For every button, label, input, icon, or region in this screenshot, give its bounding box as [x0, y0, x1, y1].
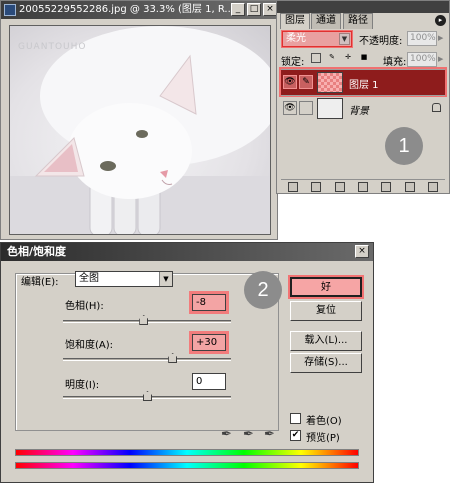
edit-range-value: 全图 [79, 273, 99, 284]
panel-menu-icon[interactable]: ▸ [435, 15, 446, 26]
panel-header[interactable] [277, 1, 449, 13]
chevron-down-icon: ▼ [339, 33, 350, 45]
opacity-input[interactable]: 100% [407, 31, 437, 46]
lock-transparency-icon[interactable] [311, 53, 321, 63]
layer-thumbnail [317, 98, 343, 119]
photoshop-icon [4, 4, 16, 16]
layer-name: 图层 1 [349, 80, 379, 91]
blend-mode-select[interactable]: 柔光 ▼ [281, 30, 353, 48]
fill-label: 填充: [383, 57, 407, 68]
saturation-label: 饱和度(A): [65, 340, 114, 351]
lightness-slider-knob[interactable] [143, 391, 152, 401]
new-layer-icon[interactable] [404, 181, 415, 192]
lightness-input[interactable]: 0 [192, 373, 226, 390]
eyedropper-plus-icon[interactable]: ✒ [243, 427, 254, 442]
dialog-title: 色相/饱和度 [7, 245, 67, 258]
output-color-bar [15, 462, 359, 469]
adjustment-group [15, 273, 279, 431]
blend-mode-value: 柔光 [286, 33, 306, 44]
input-color-bar [15, 449, 359, 456]
opacity-arrow-icon[interactable]: ▶ [438, 34, 443, 42]
lock-paint-icon[interactable]: ✎ [327, 53, 337, 63]
saturation-slider-knob[interactable] [168, 353, 178, 363]
link-slot-icon[interactable] [299, 101, 313, 115]
close-button[interactable]: × [263, 3, 277, 16]
eye-icon[interactable]: 👁 [283, 101, 297, 115]
layers-toolbar [281, 179, 445, 193]
step-marker-2: 2 [244, 271, 282, 309]
layer-name: 背景 [349, 106, 369, 117]
lock-all-icon[interactable]: ■ [359, 53, 369, 63]
maximize-button[interactable]: □ [247, 3, 261, 16]
lightness-label: 明度(I): [65, 380, 100, 391]
colorize-checkbox[interactable] [290, 413, 301, 424]
mask-icon[interactable] [334, 181, 345, 192]
eyedropper-icon[interactable]: ✒ [221, 427, 232, 442]
reset-button[interactable]: 复位 [290, 301, 362, 321]
hue-input[interactable]: -8 [189, 291, 229, 314]
fx-icon[interactable] [311, 181, 322, 192]
hue-saturation-dialog: 色相/饱和度 × 编辑(E): 全图 ▼ 色相(H): -8 饱和度(A): +… [0, 242, 374, 483]
fill-arrow-icon[interactable]: ▶ [438, 55, 443, 63]
lock-icon [432, 103, 441, 112]
edit-range-select[interactable]: 全图 ▼ [75, 271, 173, 287]
dialog-title-bar[interactable]: 色相/饱和度 [1, 243, 373, 261]
fill-input[interactable]: 100% [407, 52, 437, 67]
hue-label: 色相(H): [65, 301, 104, 312]
hue-slider[interactable] [63, 315, 231, 327]
tab-layers[interactable]: 图层 [280, 13, 310, 29]
lightness-slider[interactable] [63, 391, 231, 403]
saturation-input[interactable]: +30 [189, 331, 229, 354]
edit-label: 编辑(E): [21, 277, 59, 288]
step-marker-1: 1 [385, 127, 423, 165]
tab-channels[interactable]: 通道 [311, 13, 341, 29]
ok-button[interactable]: 好 [288, 275, 364, 299]
load-button[interactable]: 载入(L)... [290, 331, 362, 351]
document-title-bar[interactable]: 20055229552286.jpg @ 33.3% (图层 1, R... _… [1, 1, 279, 19]
tab-paths[interactable]: 路径 [343, 13, 373, 29]
opacity-label: 不透明度: [359, 36, 403, 47]
preview-checkbox[interactable]: ✔ [290, 430, 301, 441]
folder-icon[interactable] [357, 181, 368, 192]
image-document-window: 20055229552286.jpg @ 33.3% (图层 1, R... _… [0, 0, 279, 240]
image-canvas[interactable]: GUANTOUHO [9, 25, 271, 235]
watermark: GUANTOUHO [18, 42, 87, 52]
minimize-button[interactable]: _ [231, 3, 245, 16]
hue-slider-knob[interactable] [139, 315, 149, 325]
lock-move-icon[interactable]: ✛ [343, 53, 353, 63]
saturation-slider[interactable] [63, 353, 231, 365]
layer-thumbnail [317, 72, 343, 93]
layer-row-background[interactable]: 👁 背景 [281, 95, 445, 121]
lock-label: 锁定: [281, 57, 305, 68]
dialog-close-button[interactable]: × [355, 245, 369, 258]
chevron-down-icon: ▼ [159, 272, 172, 286]
slider-track [63, 358, 231, 361]
eyedropper-minus-icon[interactable]: ✒ [264, 427, 275, 442]
document-title: 20055229552286.jpg @ 33.3% (图层 1, R... [19, 4, 234, 15]
layer-row-layer1[interactable]: 👁 ✎ 图层 1 [279, 67, 447, 97]
adjustment-icon[interactable] [381, 181, 392, 192]
eye-icon[interactable]: 👁 [283, 75, 297, 89]
colorize-label: 着色(O) [306, 416, 342, 427]
link-icon[interactable] [287, 181, 298, 192]
layers-panel: 图层 通道 路径 ▸ 柔光 ▼ 不透明度: 100% ▶ 锁定: ✎ ✛ ■ 填… [276, 0, 450, 194]
brush-icon[interactable]: ✎ [299, 75, 313, 89]
cat-photo [10, 26, 270, 234]
save-button[interactable]: 存储(S)... [290, 353, 362, 373]
trash-icon[interactable] [428, 181, 439, 192]
preview-label: 预览(P) [306, 433, 340, 444]
